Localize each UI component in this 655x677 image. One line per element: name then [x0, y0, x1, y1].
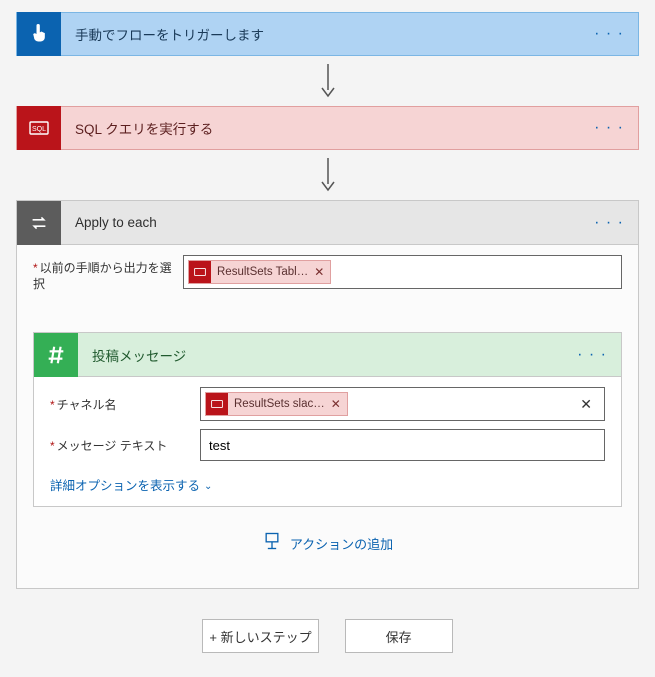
token-remove-button[interactable]: ✕: [314, 265, 324, 279]
chevron-down-icon: ⌄: [204, 481, 212, 492]
token-label: ResultSets slac…: [234, 398, 325, 410]
hash-icon: [34, 333, 78, 377]
show-advanced-options-link[interactable]: 詳細オプションを表示する⌄: [34, 465, 621, 506]
apply-to-each-title: Apply to each: [61, 215, 580, 230]
touch-icon: [17, 12, 61, 56]
apply-to-each-container: Apply to each · · · *以前の手順から出力を選択 Result…: [16, 200, 639, 589]
sql-icon: [189, 261, 211, 283]
slack-header[interactable]: 投稿メッセージ · · ·: [34, 333, 621, 377]
sql-card[interactable]: SQL SQL クエリを実行する · · ·: [16, 106, 639, 150]
apply-to-each-header[interactable]: Apply to each · · ·: [17, 201, 638, 245]
add-action-icon: [262, 531, 282, 556]
sql-title: SQL クエリを実行する: [61, 118, 580, 138]
sql-icon: SQL: [17, 106, 61, 150]
connector-arrow: [16, 56, 639, 106]
message-text-input[interactable]: [200, 429, 605, 461]
from-input[interactable]: ResultSets Tabl… ✕: [183, 255, 622, 289]
message-label: *メッセージ テキスト: [50, 437, 190, 454]
from-label: *以前の手順から出力を選択: [33, 255, 183, 292]
new-step-button[interactable]: + 新しいステップ: [202, 619, 318, 653]
slack-menu-button[interactable]: · · ·: [563, 346, 621, 364]
token-resultsets-slack[interactable]: ResultSets slac… ✕: [205, 392, 348, 416]
apply-to-each-menu-button[interactable]: · · ·: [580, 214, 638, 232]
token-label: ResultSets Tabl…: [217, 266, 308, 278]
svg-text:SQL: SQL: [32, 126, 46, 133]
trigger-title: 手動でフローをトリガーします: [61, 24, 580, 44]
clear-channel-button[interactable]: ✕: [580, 396, 592, 413]
slack-title: 投稿メッセージ: [78, 345, 563, 365]
slack-card: 投稿メッセージ · · · *チャネル名 ResultSets slac… ✕ …: [33, 332, 622, 507]
sql-icon: [206, 393, 228, 415]
channel-label: *チャネル名: [50, 396, 190, 413]
save-button[interactable]: 保存: [345, 619, 453, 653]
sql-menu-button[interactable]: · · ·: [580, 119, 638, 137]
add-action-link[interactable]: アクションの追加: [290, 534, 393, 553]
token-remove-button[interactable]: ✕: [331, 397, 341, 411]
loop-icon: [17, 201, 61, 245]
channel-input[interactable]: ResultSets slac… ✕ ✕: [200, 387, 605, 421]
connector-arrow: [16, 150, 639, 200]
trigger-card[interactable]: 手動でフローをトリガーします · · ·: [16, 12, 639, 56]
trigger-menu-button[interactable]: · · ·: [580, 25, 638, 43]
token-resultsets-table[interactable]: ResultSets Tabl… ✕: [188, 260, 331, 284]
